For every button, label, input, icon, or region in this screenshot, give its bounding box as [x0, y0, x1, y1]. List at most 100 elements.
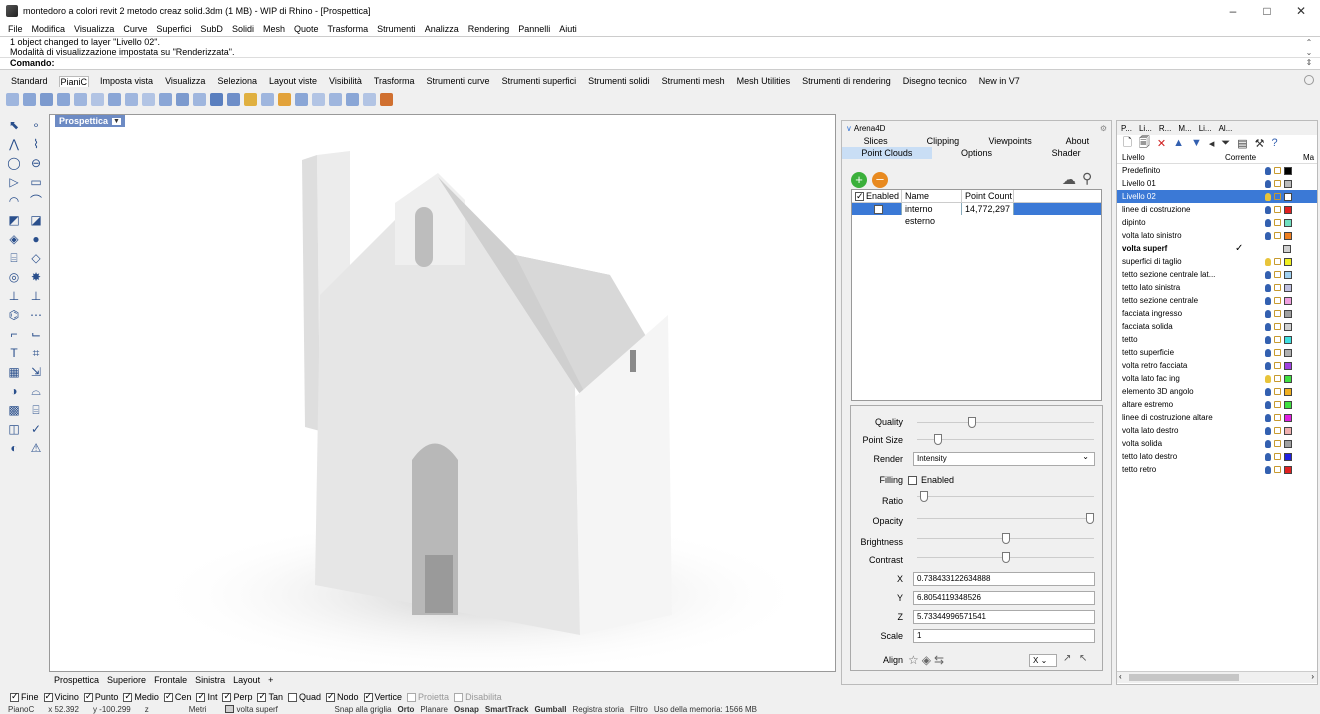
cplane-redo-icon[interactable]	[193, 92, 206, 106]
menu-subd[interactable]: SubD	[200, 24, 223, 34]
layer-row[interactable]: Predefinito	[1117, 164, 1317, 177]
lock-icon[interactable]	[1274, 336, 1281, 343]
align-swap-icon[interactable]: ⇆	[934, 653, 944, 667]
fillet-curve-icon[interactable]: ⌒	[28, 194, 44, 209]
filling-checkbox[interactable]	[908, 475, 917, 485]
layer-color-swatch[interactable]	[1284, 452, 1292, 461]
align-layers-icon[interactable]: ◈	[922, 653, 931, 667]
point-size-slider-knob[interactable]	[933, 434, 942, 445]
lock-icon[interactable]	[1274, 414, 1281, 421]
count-header[interactable]: Point Count	[962, 189, 1014, 203]
new-layer-icon[interactable]: 🗋	[1123, 134, 1132, 153]
name-header[interactable]: Name	[902, 189, 962, 203]
osnap-tan[interactable]: Tan	[257, 691, 283, 702]
status-smarttrack[interactable]: SmartTrack	[485, 705, 529, 714]
menu-quote[interactable]: Quote	[294, 24, 319, 34]
mesh-icon[interactable]: ◇	[28, 251, 44, 266]
layer-color-swatch[interactable]	[1284, 283, 1292, 292]
menu-pannelli[interactable]: Pannelli	[518, 24, 550, 34]
tab-viewpoints[interactable]: Viewpoints	[977, 135, 1044, 147]
layer-row[interactable]: tetto lato destro	[1117, 450, 1317, 463]
status-filter[interactable]: Filtro	[630, 705, 648, 714]
lock-icon[interactable]	[1274, 258, 1281, 265]
visibility-bulb-icon[interactable]	[1265, 283, 1271, 292]
visibility-bulb-icon[interactable]	[1265, 218, 1271, 227]
status-units[interactable]: Metri	[189, 705, 207, 714]
panel-options-icon[interactable]: ⚙	[1100, 124, 1107, 133]
ellipse-icon[interactable]: ⊖	[28, 156, 44, 171]
layer-row[interactable]: volta solida	[1117, 437, 1317, 450]
layer-row[interactable]: dipinto	[1117, 216, 1317, 229]
lock-icon[interactable]	[1274, 271, 1281, 278]
visibility-bulb-icon[interactable]	[1265, 231, 1271, 240]
osnap-nodo[interactable]: Nodo	[326, 691, 359, 702]
layer-color-swatch[interactable]	[1284, 374, 1292, 383]
cplane-previous-icon[interactable]	[346, 92, 359, 106]
viewport-perspective[interactable]: Prospettica ▼	[49, 114, 836, 672]
visibility-bulb-icon[interactable]	[1265, 426, 1271, 435]
layer-row[interactable]: tetto sezione centrale lat...	[1117, 268, 1317, 281]
close-button[interactable]: ✕	[1284, 0, 1318, 22]
visibility-bulb-icon[interactable]	[1265, 465, 1271, 474]
extrude-solid-icon[interactable]: ⊥	[28, 289, 44, 304]
split-icon[interactable]: ⌙	[28, 327, 44, 342]
command-scroll[interactable]: ⌃ ⌄ ⇕	[1304, 38, 1314, 68]
osnap-proietta[interactable]: Proietta	[407, 692, 449, 702]
tab-mesh-utilities[interactable]: Mesh Utilities	[736, 76, 792, 86]
tab-point-clouds[interactable]: Point Clouds	[842, 147, 932, 159]
layer-color-swatch[interactable]	[1284, 296, 1292, 305]
tab-visibilita[interactable]: Visibilità	[328, 76, 363, 86]
osnap-medio[interactable]: Medio	[123, 691, 159, 702]
status-osnap[interactable]: Osnap	[454, 705, 479, 714]
cplane-curve-icon[interactable]	[295, 92, 308, 106]
point-size-slider[interactable]	[917, 434, 1094, 445]
osnap-disabilita[interactable]: Disabilita	[454, 692, 502, 702]
point-icon[interactable]: ∘	[28, 118, 44, 133]
menu-rendering[interactable]: Rendering	[468, 24, 510, 34]
visibility-bulb-icon[interactable]	[1265, 322, 1271, 331]
layer-row[interactable]: tetto retro	[1117, 463, 1317, 476]
arc-icon[interactable]: ◠	[6, 194, 22, 209]
visibility-bulb-icon[interactable]	[1265, 257, 1271, 266]
grid-array-icon[interactable]: ▩	[6, 403, 22, 418]
tab-render[interactable]: R...	[1159, 124, 1171, 133]
align-star-icon[interactable]: ☆	[908, 653, 919, 667]
visibility-bulb-icon[interactable]	[1265, 205, 1271, 214]
tab-shader[interactable]: Shader	[1021, 147, 1111, 159]
cplane-top-icon[interactable]	[6, 92, 19, 106]
maximize-button[interactable]: □	[1250, 0, 1284, 22]
scroll-left-icon[interactable]: ‹	[1119, 672, 1122, 681]
rectangle-icon[interactable]: ▭	[28, 175, 44, 190]
cplane-world-icon[interactable]	[312, 92, 325, 106]
visibility-bulb-icon[interactable]	[1265, 179, 1271, 188]
enabled-header[interactable]: Enabled	[852, 189, 902, 203]
layer-color-swatch[interactable]	[1283, 244, 1291, 253]
lock-icon[interactable]	[1274, 232, 1281, 239]
layer-row[interactable]: tetto	[1117, 333, 1317, 346]
layer-color-swatch[interactable]	[1284, 192, 1292, 201]
new-sublayer-icon[interactable]: 🗐	[1139, 134, 1150, 153]
layer-color-swatch[interactable]	[1284, 465, 1292, 474]
cplane-view-icon[interactable]	[159, 92, 172, 106]
axis-arrow-alt-icon[interactable]: ↖	[1079, 653, 1087, 664]
tab-about[interactable]: About	[1044, 135, 1111, 147]
tab-layout[interactable]: Layout	[233, 675, 260, 685]
render-icon[interactable]: ⌸	[28, 403, 44, 418]
layer-row[interactable]: volta lato destro	[1117, 424, 1317, 437]
layer-color-swatch[interactable]	[1284, 439, 1292, 448]
layer-color-swatch[interactable]	[1284, 335, 1292, 344]
solid-box-icon[interactable]: ◈	[6, 232, 22, 247]
visibility-bulb-icon[interactable]	[1265, 361, 1271, 370]
osnap-perp[interactable]: Perp	[222, 691, 252, 702]
layer-color-swatch[interactable]	[1284, 205, 1292, 214]
cplane-z-axis-icon[interactable]	[142, 92, 155, 106]
visibility-bulb-icon[interactable]	[1265, 348, 1271, 357]
command-prompt[interactable]: Comando:	[0, 57, 1320, 68]
opacity-slider-knob[interactable]	[1086, 513, 1094, 524]
visibility-bulb-icon[interactable]	[1265, 270, 1271, 279]
visibility-bulb-icon[interactable]	[1265, 374, 1271, 383]
x-field[interactable]: 0.738433122634888	[913, 572, 1095, 586]
contrast-slider[interactable]	[917, 552, 1094, 563]
boolean-icon[interactable]: ◎	[6, 270, 22, 285]
scale-field[interactable]: 1	[913, 629, 1095, 643]
